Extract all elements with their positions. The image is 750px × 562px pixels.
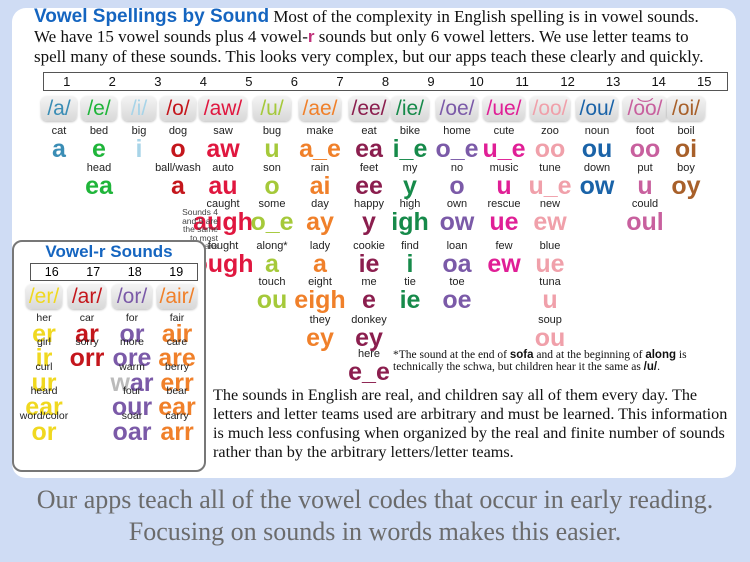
spelling: oul [626,208,664,236]
sound-button-18[interactable]: /or/ [112,284,152,309]
vowel-number: 11 [515,74,529,89]
explanation-paragraph: The sounds in English are real, and chil… [213,386,728,461]
sound-button-8[interactable]: /ee/ [349,96,389,121]
spelling: or [31,418,57,446]
spelling: oy [671,172,701,200]
vowel-number: 15 [696,74,712,89]
vowel-number: 9 [427,74,435,89]
sound-button-10[interactable]: /oe/ [436,96,478,121]
vowel-number: 5 [245,74,253,89]
sound-button-1[interactable]: /a/ [41,96,77,121]
sound-button-2[interactable]: /e/ [81,96,117,121]
bottom-caption: Our apps teach all of the vowel codes th… [36,485,714,546]
sound-button-16[interactable]: /er/ [26,284,62,309]
vowel-r-number: 16 [44,265,59,279]
spelling: ou [534,324,566,352]
sound-button-12[interactable]: /oo/ [530,96,570,121]
vowel-r-number: 17 [86,265,101,279]
spelling: arr [160,418,194,446]
sound-button-14[interactable]: /o͝o/ [623,96,667,121]
vowel-r-box: Vowel-r Sounds 16 17 18 19 /er/her er girl ir c… [12,240,206,472]
vowel-number-bar: 1 2 3 4 5 6 7 8 9 10 11 12 13 14 15 [43,72,728,91]
spelling: ew [533,208,567,236]
vowel-number: 10 [469,74,484,89]
spelling: ea [85,172,113,200]
sound-button-4[interactable]: /o/ [160,96,196,121]
sound-button-11[interactable]: /ue/ [483,96,525,121]
vowel-number: 2 [108,74,116,89]
vowel-number: 1 [63,74,71,89]
sound-button-5[interactable]: /aw/ [199,96,247,121]
vowel-r-number: 18 [127,265,142,279]
spelling: ey [355,324,383,352]
spelling: ue [535,250,565,278]
sound-button-9[interactable]: /ie/ [391,96,429,121]
vowel-r-number-bar: 16 17 18 19 [30,263,198,281]
sound-button-13[interactable]: /ou/ [576,96,618,121]
spelling: oe [442,286,472,314]
intro-text: Vowel Spellings by Sound Most of the com… [34,6,704,67]
vowel-number: 3 [154,74,162,89]
sound-button-3[interactable]: /i/ [122,96,156,121]
schwa-footnote: *The sound at the end of sofa and at the… [393,349,687,373]
vowel-number: 12 [560,74,575,89]
vowel-r-title: Vowel-r Sounds [45,242,173,261]
sound-button-6[interactable]: /u/ [253,96,291,121]
spelling: oi [674,135,698,163]
vowel-number: 13 [605,74,621,89]
vowel-number: 6 [290,74,299,89]
vowel-number: 4 [199,74,207,89]
sound-button-7[interactable]: /ae/ [299,96,341,121]
vowel-r-number: 19 [169,265,184,279]
spelling: u [542,286,558,314]
vowel-number: 14 [651,74,666,89]
sound-button-19[interactable]: /air/ [157,284,197,309]
vowel-number: 7 [336,74,344,89]
sound-button-15[interactable]: /oi/ [667,96,705,121]
chart-title: Vowel Spellings by Sound [34,6,270,27]
vowel-number: 8 [381,74,390,89]
sound-button-17[interactable]: /ar/ [68,284,106,309]
